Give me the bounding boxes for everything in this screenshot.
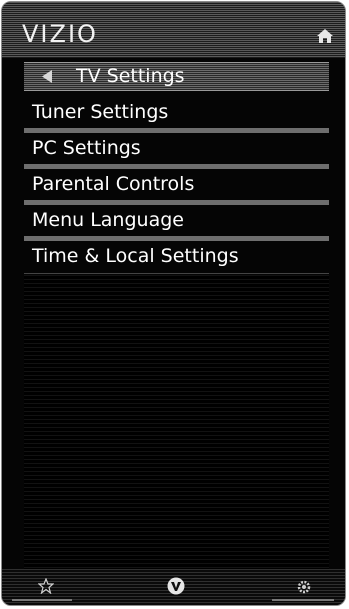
menu-item-label: Menu Language: [32, 209, 184, 231]
menu-item-tuner-settings[interactable]: Tuner Settings: [24, 97, 329, 133]
menu-item-time-local-settings[interactable]: Time & Local Settings: [24, 241, 329, 274]
gear-icon[interactable]: [297, 580, 311, 594]
vizio-logo: VIZIO: [22, 20, 98, 48]
menu-title-bar[interactable]: TV Settings: [24, 62, 329, 91]
menu-item-pc-settings[interactable]: PC Settings: [24, 133, 329, 169]
home-icon[interactable]: [316, 28, 334, 44]
menu-item-parental-controls[interactable]: Parental Controls: [24, 169, 329, 205]
menu-item-label: Parental Controls: [32, 173, 195, 195]
menu-footer: [2, 569, 345, 605]
footer-divider: [272, 599, 334, 601]
menu-item-label: PC Settings: [32, 137, 141, 159]
empty-menu-area: [24, 275, 329, 575]
menu-title: TV Settings: [76, 65, 185, 87]
vizio-v-icon[interactable]: [167, 577, 185, 595]
menu-item-menu-language[interactable]: Menu Language: [24, 205, 329, 241]
back-arrow-icon[interactable]: [42, 70, 53, 83]
tv-menu-frame: VIZIO TV Settings Tuner Settings PC Sett…: [1, 1, 346, 606]
footer-divider: [12, 599, 72, 601]
menu-item-label: Tuner Settings: [32, 101, 169, 123]
star-icon[interactable]: [38, 578, 54, 594]
settings-menu-list: Tuner Settings PC Settings Parental Cont…: [24, 97, 329, 274]
menu-item-label: Time & Local Settings: [32, 245, 239, 267]
menu-header: VIZIO: [2, 2, 345, 58]
